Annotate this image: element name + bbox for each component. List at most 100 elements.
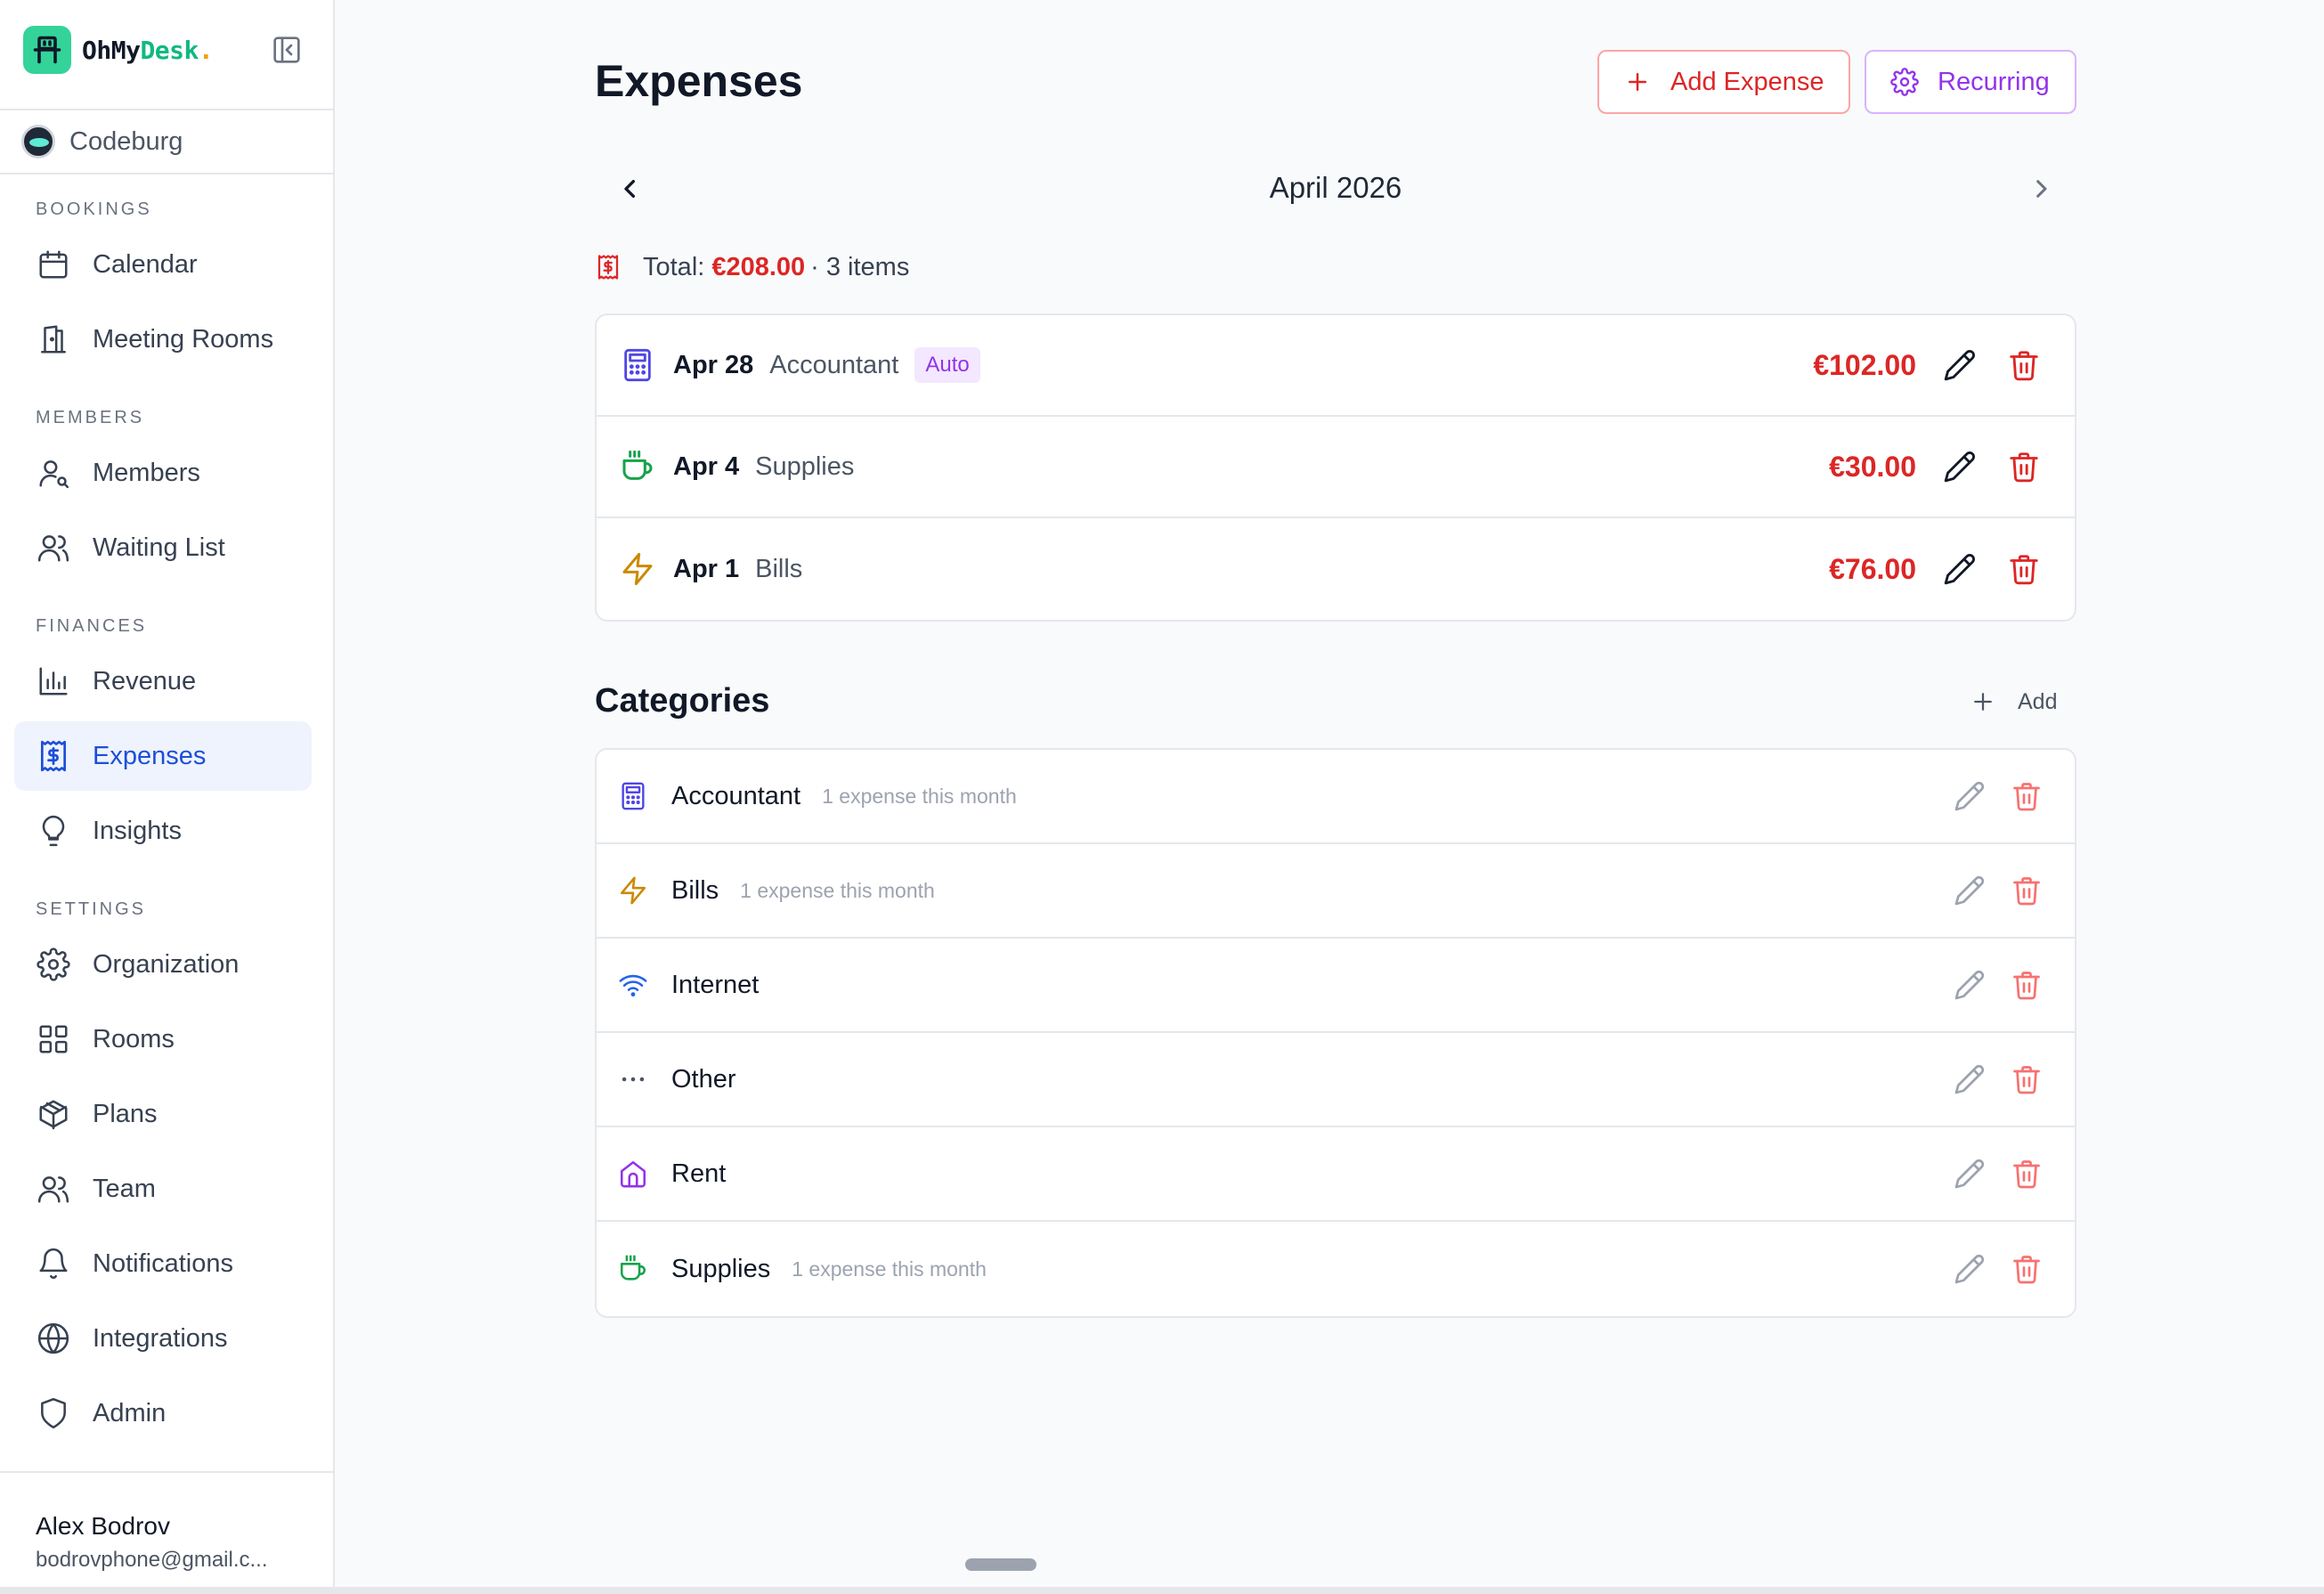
expense-list: Apr 28 Accountant Auto €102.00 Apr 4 Sup… (595, 313, 2076, 622)
category-row[interactable]: Supplies 1 expense this month (597, 1222, 2075, 1316)
category-row[interactable]: Bills 1 expense this month (597, 844, 2075, 939)
trash-icon[interactable] (2011, 874, 2043, 907)
sidebar-item-notifications[interactable]: Notifications (14, 1229, 312, 1298)
plus-icon (1622, 67, 1653, 97)
expense-category: Bills (755, 554, 803, 583)
calculator-icon (620, 347, 655, 383)
section-finances: FINANCES (36, 616, 148, 636)
expense-row[interactable]: Apr 1 Bills €76.00 (597, 518, 2075, 620)
category-name: Supplies (671, 1254, 771, 1283)
bar-chart-icon (36, 663, 71, 699)
page-title: Expenses (595, 56, 803, 106)
pencil-icon[interactable] (1943, 348, 1977, 382)
calculator-icon (618, 781, 648, 811)
org-switcher[interactable]: Codeburg (0, 109, 333, 175)
receipt-icon (36, 738, 71, 774)
pencil-icon[interactable] (1954, 1253, 1986, 1285)
expense-category: Supplies (755, 451, 855, 481)
user-search-icon (36, 455, 71, 491)
expense-date: Apr 1 (673, 554, 740, 583)
chevron-right-icon[interactable] (2023, 171, 2059, 207)
month-navigator: April 2026 (595, 160, 2076, 217)
sidebar-item-revenue[interactable]: Revenue (14, 647, 312, 716)
add-category-button[interactable]: Add (1970, 684, 2057, 720)
coffee-icon (620, 449, 655, 484)
category-row[interactable]: Other (597, 1033, 2075, 1127)
sidebar-item-integrations[interactable]: Integrations (14, 1304, 312, 1373)
category-count: 1 expense this month (740, 878, 935, 902)
user-email: bodrovphone@gmail.c... (36, 1548, 268, 1572)
trash-icon[interactable] (2007, 348, 2041, 382)
zap-icon (618, 875, 648, 906)
package-icon (36, 1096, 71, 1132)
sidebar-item-waiting-list[interactable]: Waiting List (14, 513, 312, 582)
category-name: Other (671, 1064, 736, 1094)
categories-title: Categories (595, 682, 770, 720)
collapse-sidebar-icon[interactable] (269, 32, 305, 68)
users-icon (36, 530, 71, 565)
org-name: Codeburg (69, 126, 183, 156)
sidebar-item-meeting-rooms[interactable]: Meeting Rooms (14, 305, 312, 374)
grid-icon (36, 1021, 71, 1057)
expense-row[interactable]: Apr 28 Accountant Auto €102.00 (597, 315, 2075, 417)
bottom-border (0, 1587, 2324, 1594)
trash-icon[interactable] (2007, 450, 2041, 484)
zap-icon (620, 551, 655, 587)
section-settings: SETTINGS (36, 899, 147, 919)
expense-amount: €30.00 (1829, 450, 1916, 483)
current-month: April 2026 (1269, 171, 1402, 204)
total-amount: €208.00 (711, 252, 806, 281)
sidebar-item-admin[interactable]: Admin (14, 1378, 312, 1448)
pencil-icon[interactable] (1954, 1063, 1986, 1095)
sidebar-item-members[interactable]: Members (14, 438, 312, 508)
trash-icon[interactable] (2011, 1253, 2043, 1285)
category-name: Accountant (671, 781, 801, 810)
trash-icon[interactable] (2011, 1063, 2043, 1095)
calendar-icon (36, 247, 71, 282)
category-row[interactable]: Internet (597, 939, 2075, 1033)
lightbulb-icon (36, 813, 71, 849)
section-members: MEMBERS (36, 408, 145, 427)
category-row[interactable]: Rent (597, 1127, 2075, 1222)
expense-row[interactable]: Apr 4 Supplies €30.00 (597, 417, 2075, 518)
home-icon (618, 1159, 648, 1189)
wifi-icon (618, 970, 648, 1000)
sidebar-item-insights[interactable]: Insights (14, 796, 312, 866)
scroll-handle[interactable] (965, 1558, 1036, 1571)
pencil-icon[interactable] (1954, 874, 1986, 907)
trash-icon[interactable] (2011, 969, 2043, 1001)
recurring-button[interactable]: Recurring (1865, 50, 2076, 114)
pencil-icon[interactable] (1943, 450, 1977, 484)
user-profile[interactable]: Alex Bodrov bodrovphone@gmail.c... (0, 1471, 333, 1587)
desk-logo-icon (23, 26, 71, 74)
expense-date: Apr 28 (673, 350, 754, 379)
trash-icon[interactable] (2011, 1158, 2043, 1190)
sidebar-item-plans[interactable]: Plans (14, 1079, 312, 1149)
sidebar-item-expenses[interactable]: Expenses (14, 721, 312, 791)
sidebar-item-organization[interactable]: Organization (14, 930, 312, 999)
pencil-icon[interactable] (1954, 1158, 1986, 1190)
trash-icon[interactable] (2007, 552, 2041, 586)
pencil-icon[interactable] (1943, 552, 1977, 586)
category-list: Accountant 1 expense this month Bills 1 … (595, 748, 2076, 1318)
category-count: 1 expense this month (792, 1256, 987, 1281)
pencil-icon[interactable] (1954, 969, 1986, 1001)
item-count: · 3 items (810, 252, 910, 281)
category-count: 1 expense this month (822, 784, 1017, 808)
shield-icon (36, 1395, 71, 1431)
sidebar-item-calendar[interactable]: Calendar (14, 230, 312, 299)
category-row[interactable]: Accountant 1 expense this month (597, 750, 2075, 844)
receipt-icon (595, 252, 622, 282)
expense-date: Apr 4 (673, 451, 740, 481)
trash-icon[interactable] (2011, 780, 2043, 812)
section-bookings: BOOKINGS (36, 199, 152, 219)
sidebar-item-team[interactable]: Team (14, 1154, 312, 1224)
auto-badge: Auto (914, 347, 980, 383)
sidebar-item-rooms[interactable]: Rooms (14, 1004, 312, 1074)
pencil-icon[interactable] (1954, 780, 1986, 812)
expense-amount: €102.00 (1813, 348, 1916, 381)
add-expense-button[interactable]: Add Expense (1597, 50, 1850, 114)
coffee-icon (618, 1254, 648, 1284)
category-name: Internet (671, 970, 760, 999)
brand[interactable]: OhMyDesk. (23, 25, 214, 75)
